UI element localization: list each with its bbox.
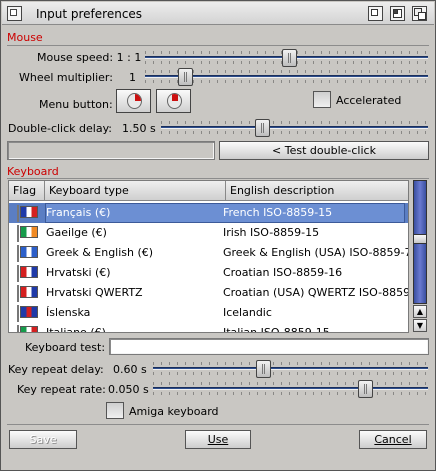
mouse-section-label: Mouse: [7, 31, 43, 44]
flag-icon: [16, 285, 40, 302]
english-description-cell: French ISO-8859-15: [223, 206, 333, 219]
list-item[interactable]: Hrvatski QWERTZ Croatian (USA) QWERTZ ISO…: [9, 283, 408, 303]
keyboard-section-label: Keyboard: [7, 165, 59, 178]
test-double-click-button[interactable]: < Test double-click: [219, 141, 429, 160]
flag-icon: [16, 305, 40, 322]
keyboard-type-list[interactable]: Flag Keyboard type English description F…: [8, 180, 409, 333]
column-header-keyboard-type[interactable]: Keyboard type: [45, 181, 226, 201]
key-repeat-delay-value: 0.60 s: [113, 363, 147, 376]
cancel-button[interactable]: Cancel: [359, 430, 427, 449]
mouse-speed-label: Mouse speed: 1 : 1: [37, 51, 142, 64]
keyboard-type-cell: Gaeilge (€): [46, 226, 107, 239]
accelerated-checkbox[interactable]: [313, 91, 331, 108]
list-item[interactable]: Hrvatski (€) Croatian ISO-8859-16: [9, 263, 408, 283]
keyboard-type-cell: Français (€): [46, 206, 111, 219]
double-click-delay-slider[interactable]: [161, 119, 428, 137]
double-click-delay-label: Double-click delay:: [8, 122, 112, 135]
english-description-cell: Greek & English (USA) ISO-8859-7: [223, 246, 408, 259]
list-header: Flag Keyboard type English description: [9, 181, 408, 201]
slider-knob[interactable]: [256, 360, 271, 378]
keyboard-type-cell: Italiano (€): [46, 326, 106, 333]
slider-knob[interactable]: [177, 68, 193, 86]
flag-icon: [16, 325, 40, 332]
amiga-keyboard-checkbox[interactable]: [106, 402, 124, 419]
column-header-english-description[interactable]: English description: [226, 181, 408, 201]
menu-button-label: Menu button:: [39, 98, 113, 111]
zoom-icon[interactable]: [390, 6, 405, 21]
flag-icon: [16, 245, 40, 262]
slider-knob[interactable]: [357, 380, 373, 398]
title-bar[interactable]: Input preferences: [2, 2, 434, 25]
wheel-multiplier-slider[interactable]: [145, 68, 428, 86]
list-item[interactable]: Français (€) French ISO-8859-15: [9, 203, 408, 223]
english-description-cell: Croatian (USA) QWERTZ ISO-8859: [223, 286, 408, 299]
save-button[interactable]: Save: [9, 430, 77, 449]
key-repeat-delay-slider[interactable]: [153, 360, 428, 378]
flag-icon: [16, 205, 40, 222]
cancel-button-label: Cancel: [374, 433, 412, 446]
input-preferences-window: Input preferences Mouse Mouse speed: 1 :…: [0, 0, 436, 471]
key-repeat-rate-slider[interactable]: [153, 380, 428, 398]
slider-knob[interactable]: [282, 49, 298, 67]
english-description-cell: Icelandic: [223, 306, 272, 319]
keyboard-section-divider: [7, 178, 429, 179]
english-description-cell: Italian ISO-8859-15: [223, 326, 330, 333]
keyboard-test-label: Keyboard test:: [25, 341, 106, 354]
key-repeat-delay-label: Key repeat delay:: [8, 363, 104, 376]
menu-button-middle-option[interactable]: [156, 89, 191, 113]
slider-knob[interactable]: [255, 119, 271, 137]
list-item[interactable]: Italiano (€) Italian ISO-8859-15: [9, 323, 408, 333]
keyboard-type-cell: Hrvatski QWERTZ: [46, 286, 143, 299]
accelerated-label: Accelerated: [336, 94, 402, 107]
use-button-label: Use: [207, 433, 229, 446]
key-repeat-rate-label: Key repeat rate:: [17, 383, 106, 396]
column-header-flag[interactable]: Flag: [9, 181, 45, 201]
close-icon[interactable]: [7, 6, 22, 21]
keyboard-test-input[interactable]: [109, 338, 429, 355]
english-description-cell: Croatian ISO-8859-16: [223, 266, 343, 279]
keyboard-type-cell: Íslenska: [46, 306, 91, 319]
key-repeat-rate-value: 0.050 s: [108, 383, 149, 396]
wheel-multiplier-value: 1: [129, 71, 136, 84]
amiga-keyboard-label: Amiga keyboard: [129, 405, 219, 418]
mouse-section-divider: [7, 45, 429, 46]
iconify-icon[interactable]: [368, 6, 383, 21]
keyboard-list-scrollbar[interactable]: ▲ ▼: [411, 180, 429, 333]
keyboard-type-cell: Greek & English (€): [46, 246, 154, 259]
footer-divider: [7, 424, 429, 425]
double-click-delay-value: 1.50 s: [122, 122, 156, 135]
wheel-multiplier-label: Wheel multiplier:: [19, 71, 113, 84]
flag-icon: [16, 225, 40, 242]
mouse-icon: [127, 93, 142, 109]
scroll-up-arrow-icon[interactable]: ▲: [413, 305, 427, 318]
scrollbar-thumb[interactable]: [413, 234, 427, 244]
mouse-speed-slider[interactable]: [145, 49, 428, 67]
list-item[interactable]: Greek & English (€) Greek & English (USA)…: [9, 243, 408, 263]
menu-button-right-option[interactable]: [116, 89, 151, 113]
depth-icon[interactable]: [412, 6, 427, 21]
flag-icon: [16, 265, 40, 282]
scroll-down-arrow-icon[interactable]: ▼: [413, 319, 427, 332]
list-item[interactable]: Íslenska Icelandic: [9, 303, 408, 323]
keyboard-type-cell: Hrvatski (€): [46, 266, 111, 279]
double-click-test-area[interactable]: [7, 141, 215, 160]
english-description-cell: Irish ISO-8859-15: [223, 226, 320, 239]
list-item[interactable]: Gaeilge (€) Irish ISO-8859-15: [9, 223, 408, 243]
use-button[interactable]: Use: [185, 430, 251, 449]
mouse-icon: [167, 93, 182, 109]
window-title: Input preferences: [36, 7, 143, 21]
